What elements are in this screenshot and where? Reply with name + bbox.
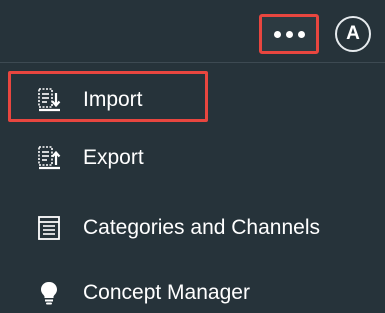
menu-item-label: Categories and Channels: [83, 216, 320, 239]
top-bar: A: [0, 0, 385, 63]
menu-item-categories-and-channels[interactable]: Categories and Channels: [0, 199, 385, 257]
menu-item-export[interactable]: Export: [0, 129, 385, 187]
list-document-icon: [35, 214, 63, 242]
lightbulb-icon: [35, 279, 63, 307]
menu-item-import[interactable]: Import: [0, 71, 385, 129]
dropdown-menu: Import Export Categories and Channels Co…: [0, 63, 385, 313]
menu-item-label: Concept Manager: [83, 281, 250, 304]
avatar[interactable]: A: [335, 16, 371, 52]
export-icon: [35, 144, 63, 172]
ellipsis-icon: [297, 30, 305, 38]
menu-item-label: Import: [83, 88, 143, 111]
app-frame: A Import Export Categories and Channels …: [0, 0, 385, 313]
menu-item-concept-manager[interactable]: Concept Manager: [0, 264, 385, 313]
menu-item-label: Export: [83, 146, 144, 169]
import-icon: [35, 86, 63, 114]
ellipsis-icon: [285, 30, 293, 38]
ellipsis-icon: [273, 30, 281, 38]
more-options-button[interactable]: [259, 14, 319, 54]
